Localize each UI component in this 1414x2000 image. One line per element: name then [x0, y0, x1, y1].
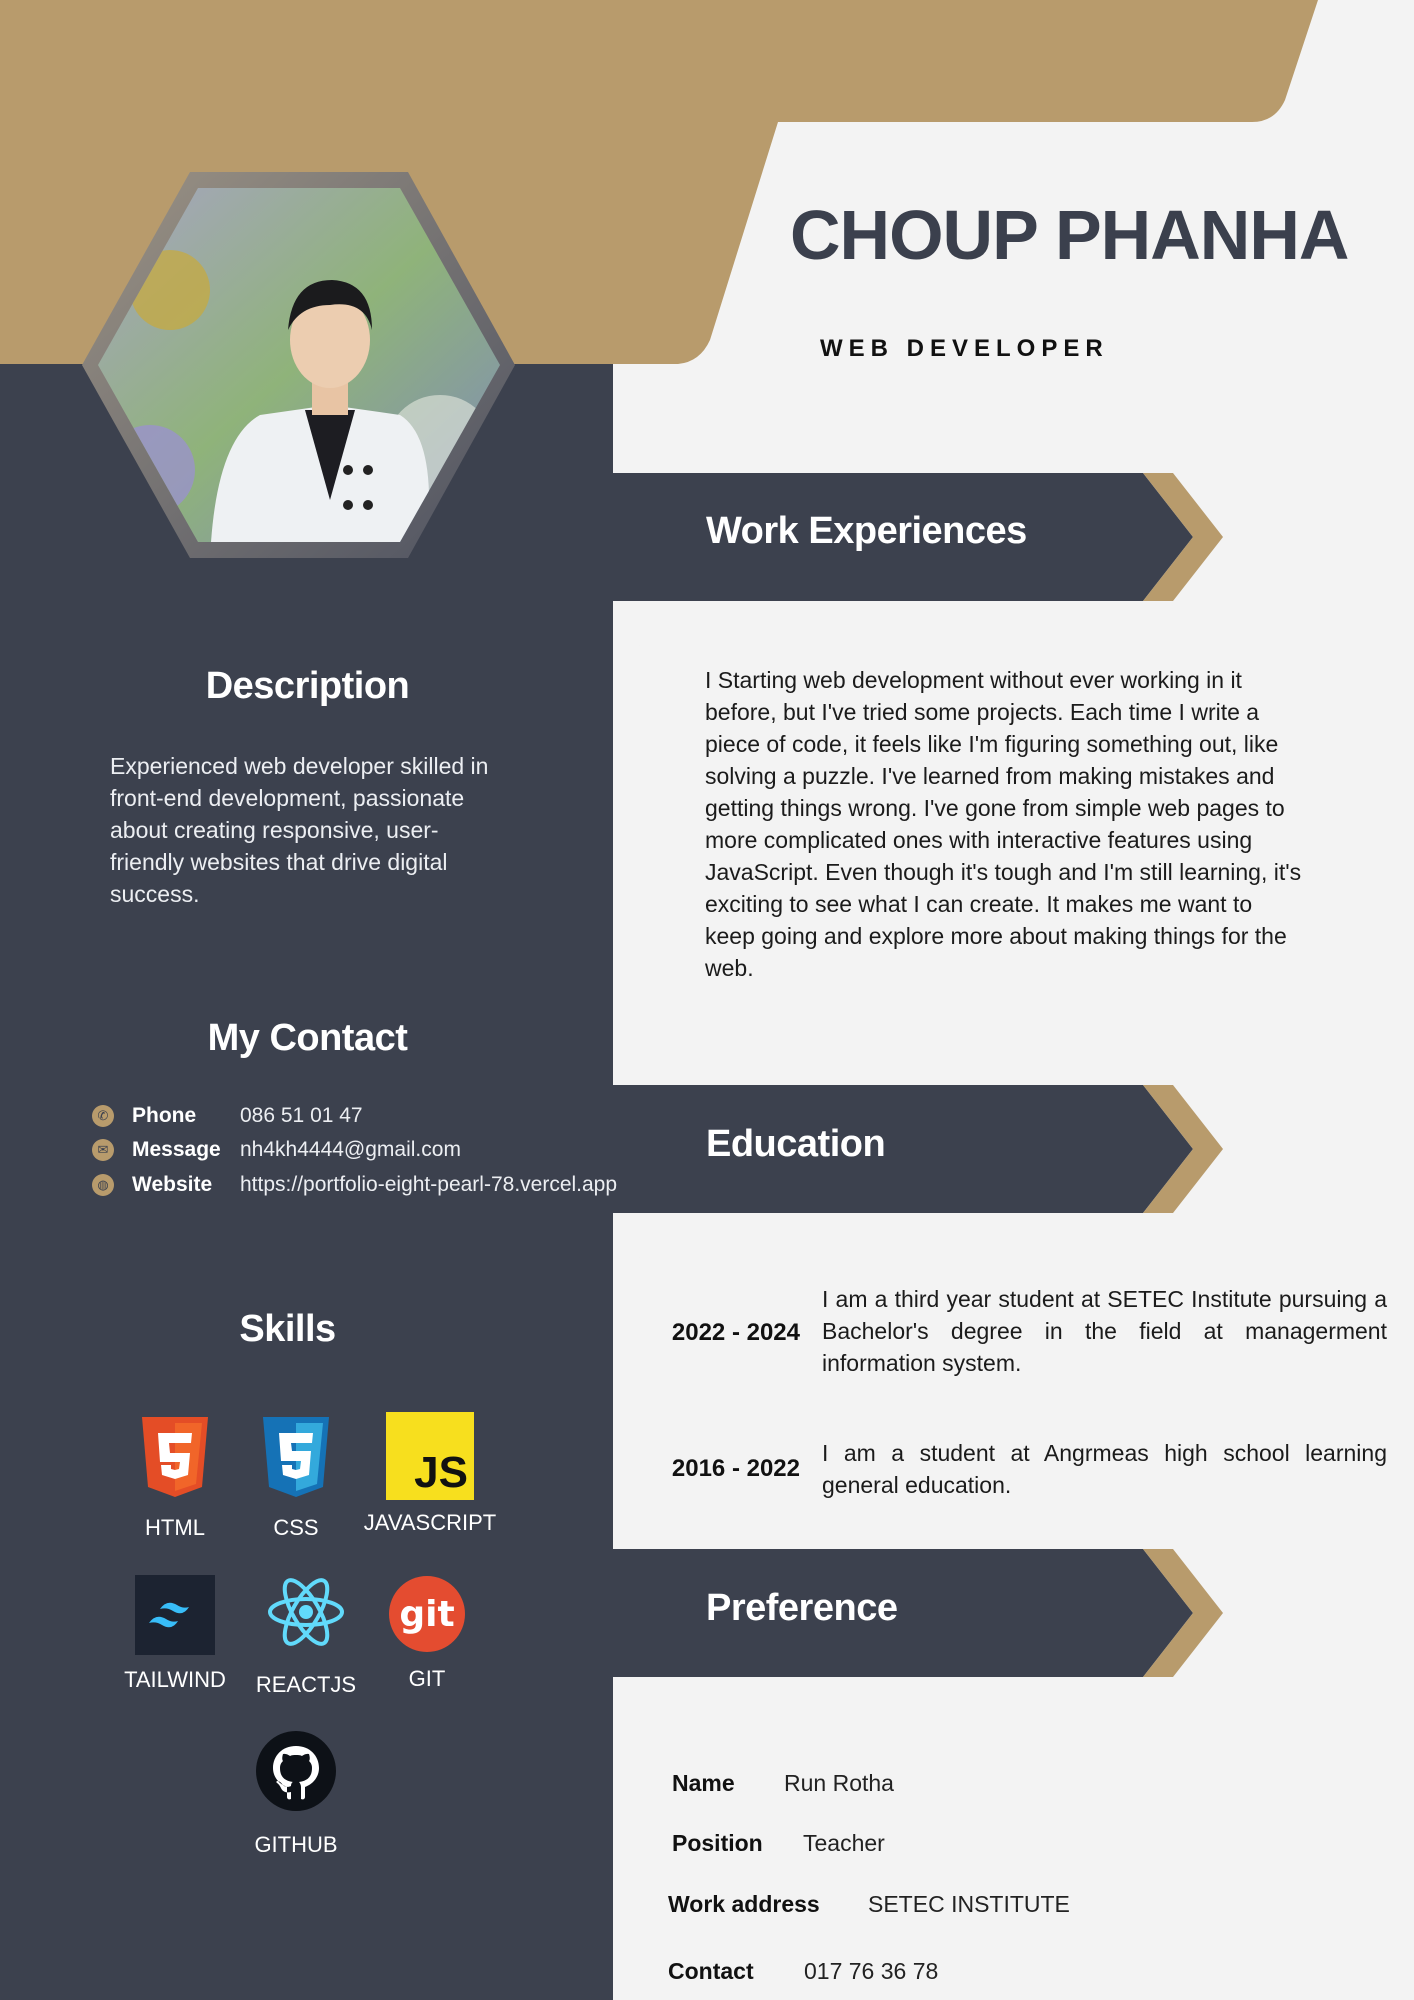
javascript-icon: JS: [386, 1412, 474, 1500]
preference-row: Position Teacher: [672, 1830, 885, 1857]
preference-value: SETEC INSTITUTE: [868, 1891, 1070, 1917]
work-heading: Work Experiences: [706, 510, 1027, 552]
contact-value: 086 51 01 47: [240, 1104, 363, 1127]
preference-row: Name Run Rotha: [672, 1770, 894, 1797]
education-item: 2016 - 2022 I am a student at Angrmeas h…: [640, 1437, 1387, 1501]
skill-github: GITHUB: [236, 1730, 356, 1858]
contact-label: Phone: [132, 1104, 197, 1127]
description-text: Experienced web developer skilled in fro…: [110, 753, 489, 907]
preference-value: 017 76 36 78: [804, 1958, 939, 1984]
preference-value: Teacher: [803, 1830, 885, 1856]
contact-value[interactable]: nh4kh4444@gmail.com: [240, 1138, 461, 1162]
contact-website: ◍ Website https://portfolio-eight-pearl-…: [92, 1170, 617, 1200]
preference-label: Position: [672, 1830, 763, 1856]
contact-label: Message: [132, 1138, 221, 1161]
javascript-icon-text: JS: [414, 1448, 468, 1497]
skill-label: GITHUB: [254, 1832, 338, 1857]
contact-heading: My Contact: [207, 1017, 408, 1059]
education-text: I am a third year student at SETEC Insti…: [822, 1286, 1387, 1376]
job-role: WEB DEVELOPER: [820, 335, 1109, 362]
skill-label: GIT: [408, 1666, 446, 1691]
skill-label: REACTJS: [255, 1672, 357, 1697]
education-text: I am a student at Angrmeas high school l…: [822, 1440, 1387, 1498]
education-years: 2022 - 2024: [671, 1319, 800, 1346]
education-banner-shape: [613, 1085, 1223, 1213]
work-text: I Starting web development without ever …: [705, 667, 1302, 981]
preference-value: Run Rotha: [784, 1770, 894, 1796]
profile-photo: [82, 172, 515, 558]
skill-git: git GIT: [367, 1576, 487, 1692]
full-name: CHOUP PHANHA: [790, 196, 1349, 274]
skill-label: HTML: [145, 1515, 205, 1540]
skill-html: HTML: [115, 1415, 235, 1541]
skill-tailwind: TAILWIND: [115, 1575, 235, 1693]
preference-label: Work address: [668, 1891, 820, 1917]
education-years: 2016 - 2022: [671, 1455, 800, 1482]
tailwind-icon: [135, 1575, 215, 1655]
education-heading: Education: [706, 1123, 886, 1165]
education-item: 2022 - 2024 I am a third year student at…: [640, 1283, 1387, 1379]
globe-icon: ◍: [92, 1174, 114, 1196]
contact-message: ✉ Message nh4kh4444@gmail.com: [92, 1135, 461, 1165]
skill-label: JAVASCRIPT: [363, 1510, 497, 1535]
skill-reactjs: REACTJS: [246, 1572, 366, 1698]
preference-label: Contact: [668, 1958, 754, 1984]
preference-label: Name: [672, 1770, 735, 1796]
preference-heading: Preference: [706, 1587, 898, 1629]
skill-javascript: JS JAVASCRIPT: [355, 1412, 505, 1536]
contact-phone: ✆ Phone 086 51 01 47: [92, 1101, 363, 1131]
skills-heading: Skills: [239, 1308, 336, 1350]
skill-label: CSS: [273, 1515, 319, 1540]
css3-icon: [263, 1417, 329, 1497]
git-icon-text: git: [399, 1593, 455, 1635]
contact-label: Website: [132, 1173, 213, 1196]
skill-label: TAILWIND: [124, 1667, 226, 1692]
contact-value[interactable]: https://portfolio-eight-pearl-78.vercel.…: [240, 1173, 617, 1197]
mail-icon: ✉: [92, 1139, 114, 1161]
react-icon: [268, 1578, 344, 1646]
github-icon: [256, 1731, 336, 1811]
html5-icon: [142, 1417, 208, 1497]
preference-row: Work address SETEC INSTITUTE: [668, 1891, 1070, 1918]
phone-icon: ✆: [92, 1105, 114, 1127]
preference-banner-shape: [613, 1549, 1223, 1677]
preference-row: Contact 017 76 36 78: [668, 1958, 938, 1985]
description-heading: Description: [205, 665, 410, 707]
skill-css: CSS: [236, 1415, 356, 1541]
git-icon: git: [389, 1576, 465, 1652]
